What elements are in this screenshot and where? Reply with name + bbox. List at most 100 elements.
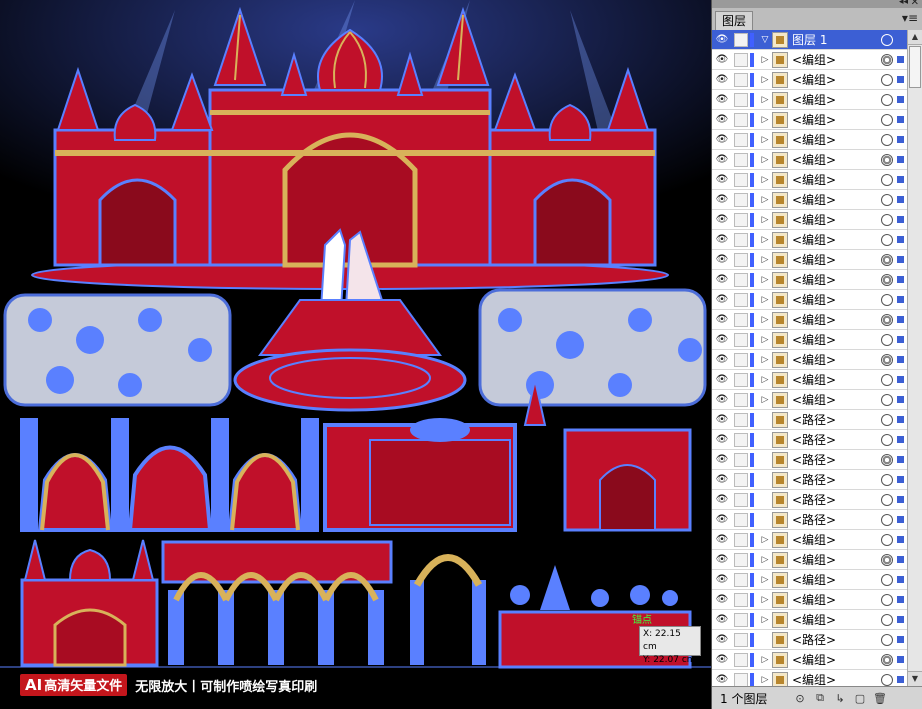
layer-row[interactable]: 👁 ▷ <编组> bbox=[712, 550, 908, 570]
lock-toggle[interactable] bbox=[734, 112, 748, 127]
lock-toggle[interactable] bbox=[734, 652, 748, 667]
selection-square-icon[interactable] bbox=[897, 456, 904, 463]
expand-triangle-icon[interactable]: ▷ bbox=[758, 655, 772, 665]
selection-square-icon[interactable] bbox=[897, 156, 904, 163]
selection-square-icon[interactable] bbox=[897, 556, 904, 563]
visibility-eye-icon[interactable]: 👁 bbox=[712, 234, 732, 245]
selection-square-icon[interactable] bbox=[897, 56, 904, 63]
layer-row[interactable]: 👁 ▷ <编组> bbox=[712, 230, 908, 250]
visibility-eye-icon[interactable]: 👁 bbox=[712, 534, 732, 545]
target-circle-icon[interactable] bbox=[881, 613, 893, 626]
expand-triangle-icon[interactable]: ▷ bbox=[758, 295, 772, 305]
layer-row[interactable]: 👁 <路径> bbox=[712, 410, 908, 430]
layer-row[interactable]: 👁 ▷ <编组> bbox=[712, 210, 908, 230]
expand-triangle-icon[interactable]: ▷ bbox=[758, 595, 772, 605]
expand-triangle-icon[interactable]: ▷ bbox=[758, 255, 772, 265]
layer-row[interactable]: 👁 ▷ <编组> bbox=[712, 130, 908, 150]
lock-toggle[interactable] bbox=[734, 192, 748, 207]
layer-row[interactable]: 👁 ▷ <编组> bbox=[712, 170, 908, 190]
lock-toggle[interactable] bbox=[734, 92, 748, 107]
lock-toggle[interactable] bbox=[734, 432, 748, 447]
target-circle-icon[interactable] bbox=[881, 213, 893, 226]
visibility-eye-icon[interactable]: 👁 bbox=[712, 54, 732, 65]
expand-triangle-icon[interactable]: ▷ bbox=[758, 315, 772, 325]
scroll-down-arrow-icon[interactable]: ▼ bbox=[908, 671, 922, 686]
target-circle-icon[interactable] bbox=[881, 33, 893, 46]
visibility-eye-icon[interactable]: 👁 bbox=[712, 334, 732, 345]
selection-square-icon[interactable] bbox=[897, 176, 904, 183]
expand-triangle-icon[interactable]: ▷ bbox=[758, 195, 772, 205]
expand-triangle-icon[interactable]: ▷ bbox=[758, 275, 772, 285]
target-circle-icon[interactable] bbox=[881, 473, 893, 486]
layer-list[interactable]: 👁 ▽ 图层 1 👁 ▷ <编组> 👁 ▷ <编组> 👁 ▷ <编组> 👁 ▷ <编组> 👁 ▷ <编组> 👁 ▷ <编… bbox=[712, 30, 908, 686]
lock-toggle[interactable] bbox=[734, 272, 748, 287]
lock-toggle[interactable] bbox=[734, 612, 748, 627]
selection-square-icon[interactable] bbox=[897, 476, 904, 483]
lock-toggle[interactable] bbox=[734, 72, 748, 87]
expand-triangle-icon[interactable]: ▷ bbox=[758, 95, 772, 105]
expand-triangle-icon[interactable]: ▷ bbox=[758, 375, 772, 385]
artboard-canvas[interactable]: 锚点 X: 22.15 cm Y: 22.07 cm AI 高清矢量文件 无限放大… bbox=[0, 0, 711, 709]
selection-square-icon[interactable] bbox=[897, 216, 904, 223]
expand-triangle-icon[interactable]: ▽ bbox=[758, 35, 772, 45]
visibility-eye-icon[interactable]: 👁 bbox=[712, 74, 732, 85]
visibility-eye-icon[interactable]: 👁 bbox=[712, 594, 732, 605]
lock-toggle[interactable] bbox=[734, 352, 748, 367]
lock-toggle[interactable] bbox=[734, 152, 748, 167]
expand-triangle-icon[interactable]: ▷ bbox=[758, 175, 772, 185]
expand-triangle-icon[interactable]: ▷ bbox=[758, 535, 772, 545]
selection-square-icon[interactable] bbox=[897, 196, 904, 203]
visibility-eye-icon[interactable]: 👁 bbox=[712, 414, 732, 425]
selection-square-icon[interactable] bbox=[897, 656, 904, 663]
scroll-thumb[interactable] bbox=[909, 46, 921, 88]
visibility-eye-icon[interactable]: 👁 bbox=[712, 634, 732, 645]
visibility-eye-icon[interactable]: 👁 bbox=[712, 674, 732, 685]
selection-square-icon[interactable] bbox=[897, 676, 904, 683]
layer-row[interactable]: 👁 ▷ <编组> bbox=[712, 310, 908, 330]
target-circle-icon[interactable] bbox=[881, 153, 893, 166]
selection-square-icon[interactable] bbox=[897, 316, 904, 323]
expand-triangle-icon[interactable]: ▷ bbox=[758, 335, 772, 345]
selection-square-icon[interactable] bbox=[897, 116, 904, 123]
expand-triangle-icon[interactable]: ▷ bbox=[758, 395, 772, 405]
create-sublayer-icon[interactable]: ↳ bbox=[830, 692, 850, 705]
target-circle-icon[interactable] bbox=[881, 333, 893, 346]
visibility-eye-icon[interactable]: 👁 bbox=[712, 354, 732, 365]
target-circle-icon[interactable] bbox=[881, 273, 893, 286]
selection-square-icon[interactable] bbox=[897, 296, 904, 303]
target-circle-icon[interactable] bbox=[881, 553, 893, 566]
layer-row[interactable]: 👁 <路径> bbox=[712, 470, 908, 490]
target-circle-icon[interactable] bbox=[881, 493, 893, 506]
layer-row[interactable]: 👁 ▷ <编组> bbox=[712, 250, 908, 270]
layer-row[interactable]: 👁 ▷ <编组> bbox=[712, 110, 908, 130]
target-circle-icon[interactable] bbox=[881, 53, 893, 66]
visibility-eye-icon[interactable]: 👁 bbox=[712, 654, 732, 665]
target-circle-icon[interactable] bbox=[881, 293, 893, 306]
layer-list-scrollbar[interactable]: ▲ ▼ bbox=[907, 30, 922, 686]
visibility-eye-icon[interactable]: 👁 bbox=[712, 274, 732, 285]
visibility-eye-icon[interactable]: 👁 bbox=[712, 574, 732, 585]
layer-row[interactable]: 👁 ▷ <编组> bbox=[712, 390, 908, 410]
layer-row[interactable]: 👁 ▷ <编组> bbox=[712, 90, 908, 110]
expand-triangle-icon[interactable]: ▷ bbox=[758, 215, 772, 225]
lock-toggle[interactable] bbox=[734, 172, 748, 187]
expand-triangle-icon[interactable]: ▷ bbox=[758, 115, 772, 125]
expand-triangle-icon[interactable]: ▷ bbox=[758, 55, 772, 65]
target-circle-icon[interactable] bbox=[881, 573, 893, 586]
selection-square-icon[interactable] bbox=[897, 136, 904, 143]
visibility-eye-icon[interactable]: 👁 bbox=[712, 34, 732, 45]
layer-row[interactable]: 👁 ▷ <编组> bbox=[712, 70, 908, 90]
selection-square-icon[interactable] bbox=[897, 356, 904, 363]
lock-toggle[interactable] bbox=[734, 392, 748, 407]
visibility-eye-icon[interactable]: 👁 bbox=[712, 454, 732, 465]
create-new-layer-icon[interactable]: ▢ bbox=[850, 692, 870, 705]
selection-square-icon[interactable] bbox=[897, 76, 904, 83]
layer-row[interactable]: 👁 <路径> bbox=[712, 490, 908, 510]
expand-triangle-icon[interactable]: ▷ bbox=[758, 235, 772, 245]
layer-row[interactable]: 👁 ▷ <编组> bbox=[712, 530, 908, 550]
visibility-eye-icon[interactable]: 👁 bbox=[712, 194, 732, 205]
visibility-eye-icon[interactable]: 👁 bbox=[712, 514, 732, 525]
expand-triangle-icon[interactable]: ▷ bbox=[758, 135, 772, 145]
delete-layer-icon[interactable]: 🗑 bbox=[870, 692, 890, 705]
selection-square-icon[interactable] bbox=[897, 276, 904, 283]
